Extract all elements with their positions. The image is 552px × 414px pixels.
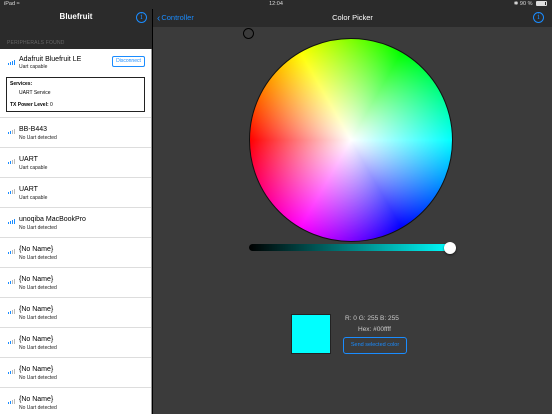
- signal-icon: [8, 188, 17, 194]
- peripheral-subtitle: No Uart detected: [19, 345, 57, 351]
- signal-icon: [8, 398, 17, 404]
- disconnect-button[interactable]: Disconnect: [112, 56, 145, 67]
- peripheral-subtitle: Uart capable: [19, 64, 48, 70]
- brightness-slider-thumb[interactable]: [444, 242, 456, 254]
- list-item[interactable]: UART Uart capable: [0, 178, 151, 208]
- signal-icon: [8, 308, 17, 314]
- list-item[interactable]: BB-B443 No Uart detected: [0, 118, 151, 148]
- peripheral-subtitle: Uart capable: [19, 165, 48, 171]
- status-time: 12:04: [269, 1, 283, 7]
- signal-icon: [8, 59, 17, 65]
- tx-power-label: TX Power Level:: [10, 102, 49, 108]
- send-color-button[interactable]: Send selected color: [343, 337, 407, 354]
- peripheral-connected[interactable]: Adafruit Bluefruit LE Uart capable Disco…: [0, 49, 151, 118]
- section-title: PERIPHERALS FOUND: [7, 40, 65, 46]
- sidebar: Bluefruit i PERIPHERALS FOUND Adafruit B…: [0, 0, 152, 414]
- peripheral-subtitle: No Uart detected: [19, 225, 57, 231]
- signal-icon: [8, 158, 17, 164]
- color-picker-panel: ‹Controller Color Picker i R: 0 G: 255 B…: [153, 0, 552, 414]
- nav-bar: ‹Controller Color Picker i: [153, 9, 552, 27]
- list-item[interactable]: {No Name} No Uart detected: [0, 298, 151, 328]
- peripheral-name: unoqiba MacBookPro: [19, 216, 86, 223]
- services-label: Services:: [10, 81, 33, 87]
- peripheral-name: {No Name}: [19, 276, 54, 283]
- list-item[interactable]: UART Uart capable: [0, 148, 151, 178]
- color-wheel-handle[interactable]: [243, 28, 254, 39]
- tx-power-value: 0: [50, 102, 53, 108]
- sidebar-header: Bluefruit i: [0, 9, 152, 27]
- signal-icon: [8, 128, 17, 134]
- list-item[interactable]: {No Name} No Uart detected: [0, 358, 151, 388]
- info-icon[interactable]: i: [136, 12, 147, 23]
- peripheral-subtitle: No Uart detected: [19, 255, 57, 261]
- list-item[interactable]: unoqiba MacBookPro No Uart detected: [0, 208, 151, 238]
- peripheral-name: {No Name}: [19, 366, 54, 373]
- status-bar: iPad ≈ 12:04 ✱ 90 %: [0, 0, 552, 9]
- peripheral-subtitle: No Uart detected: [19, 405, 57, 411]
- status-right: ✱ 90 %: [514, 0, 547, 9]
- peripheral-name: UART: [19, 156, 38, 163]
- peripheral-name: {No Name}: [19, 336, 54, 343]
- bluetooth-icon: ✱: [513, 1, 519, 7]
- service-name: UART Service: [19, 90, 51, 96]
- signal-icon: [8, 278, 17, 284]
- peripheral-name: {No Name}: [19, 306, 54, 313]
- services-box: Services: UART Service TX Power Level: 0: [6, 77, 145, 112]
- brightness-slider-track[interactable]: [249, 244, 452, 251]
- peripheral-subtitle: No Uart detected: [19, 315, 57, 321]
- peripheral-name: {No Name}: [19, 396, 54, 403]
- peripheral-name: Adafruit Bluefruit LE: [19, 56, 82, 63]
- peripheral-subtitle: Uart capable: [19, 195, 48, 201]
- info-icon[interactable]: i: [533, 12, 544, 23]
- peripheral-list: Adafruit Bluefruit LE Uart capable Disco…: [0, 49, 151, 414]
- hex-value: Hex: #00ffff: [358, 326, 391, 333]
- page-title: Color Picker: [332, 13, 373, 22]
- signal-icon: [8, 368, 17, 374]
- peripheral-subtitle: No Uart detected: [19, 135, 57, 141]
- list-item[interactable]: {No Name} No Uart detected: [0, 388, 151, 414]
- peripheral-name: {No Name}: [19, 246, 54, 253]
- peripherals-section-header: PERIPHERALS FOUND: [0, 27, 152, 49]
- sidebar-title: Bluefruit: [59, 12, 93, 21]
- signal-icon: [8, 218, 17, 224]
- color-wheel[interactable]: [249, 38, 453, 242]
- peripheral-subtitle: No Uart detected: [19, 375, 57, 381]
- peripheral-subtitle: No Uart detected: [19, 285, 57, 291]
- list-item[interactable]: {No Name} No Uart detected: [0, 238, 151, 268]
- rgb-values: R: 0 G: 255 B: 255: [345, 315, 399, 322]
- peripheral-name: UART: [19, 186, 38, 193]
- list-item[interactable]: {No Name} No Uart detected: [0, 268, 151, 298]
- selected-color-swatch: [291, 314, 331, 354]
- list-item[interactable]: {No Name} No Uart detected: [0, 328, 151, 358]
- signal-icon: [8, 248, 17, 254]
- battery-percent: 90 %: [519, 1, 533, 7]
- peripheral-name: BB-B443: [19, 126, 48, 133]
- battery-icon: [536, 1, 547, 7]
- signal-icon: [8, 338, 17, 344]
